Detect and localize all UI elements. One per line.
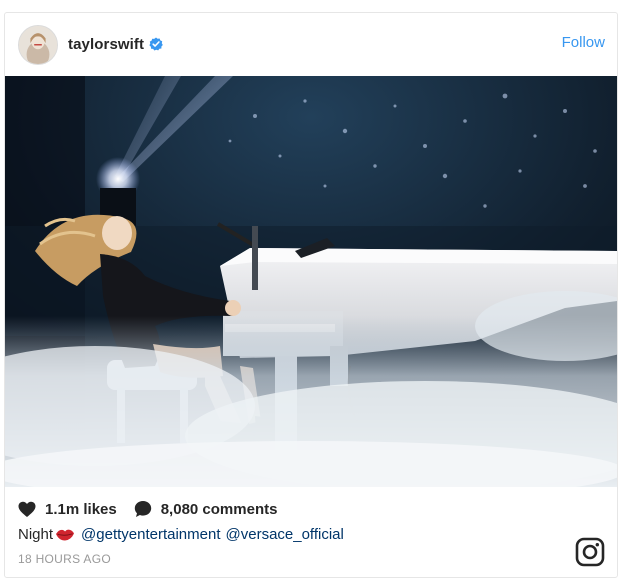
mention-gettyentertainment[interactable]: @gettyentertainment	[81, 526, 220, 543]
instagram-icon[interactable]	[575, 537, 605, 567]
comments-count[interactable]: 8,080 comments	[161, 501, 278, 518]
avatar[interactable]	[18, 25, 58, 65]
post-caption: Night @gettyentertainment @versace_offic…	[18, 526, 349, 543]
username[interactable]: taylorswift	[68, 36, 144, 53]
instagram-embed-card: taylorswift Follow 1.1m likes 8,080 comm…	[4, 12, 618, 578]
post-timestamp[interactable]: 18 HOURS AGO	[18, 552, 111, 566]
follow-button[interactable]: Follow	[562, 34, 605, 51]
caption-text: Night	[18, 526, 54, 543]
avatar-image	[19, 26, 57, 64]
mention-versace-official[interactable]: @versace_official	[226, 526, 344, 543]
verified-badge-icon	[149, 37, 163, 51]
post-header: taylorswift Follow	[5, 13, 617, 76]
heart-icon[interactable]	[18, 501, 36, 518]
comment-bubble-icon[interactable]	[134, 500, 152, 518]
likes-count[interactable]: 1.1m likes	[45, 501, 117, 518]
engagement-stats: 1.1m likes 8,080 comments	[18, 499, 277, 519]
post-photo	[5, 76, 617, 487]
lips-icon	[56, 529, 75, 540]
post-image[interactable]	[5, 76, 617, 487]
